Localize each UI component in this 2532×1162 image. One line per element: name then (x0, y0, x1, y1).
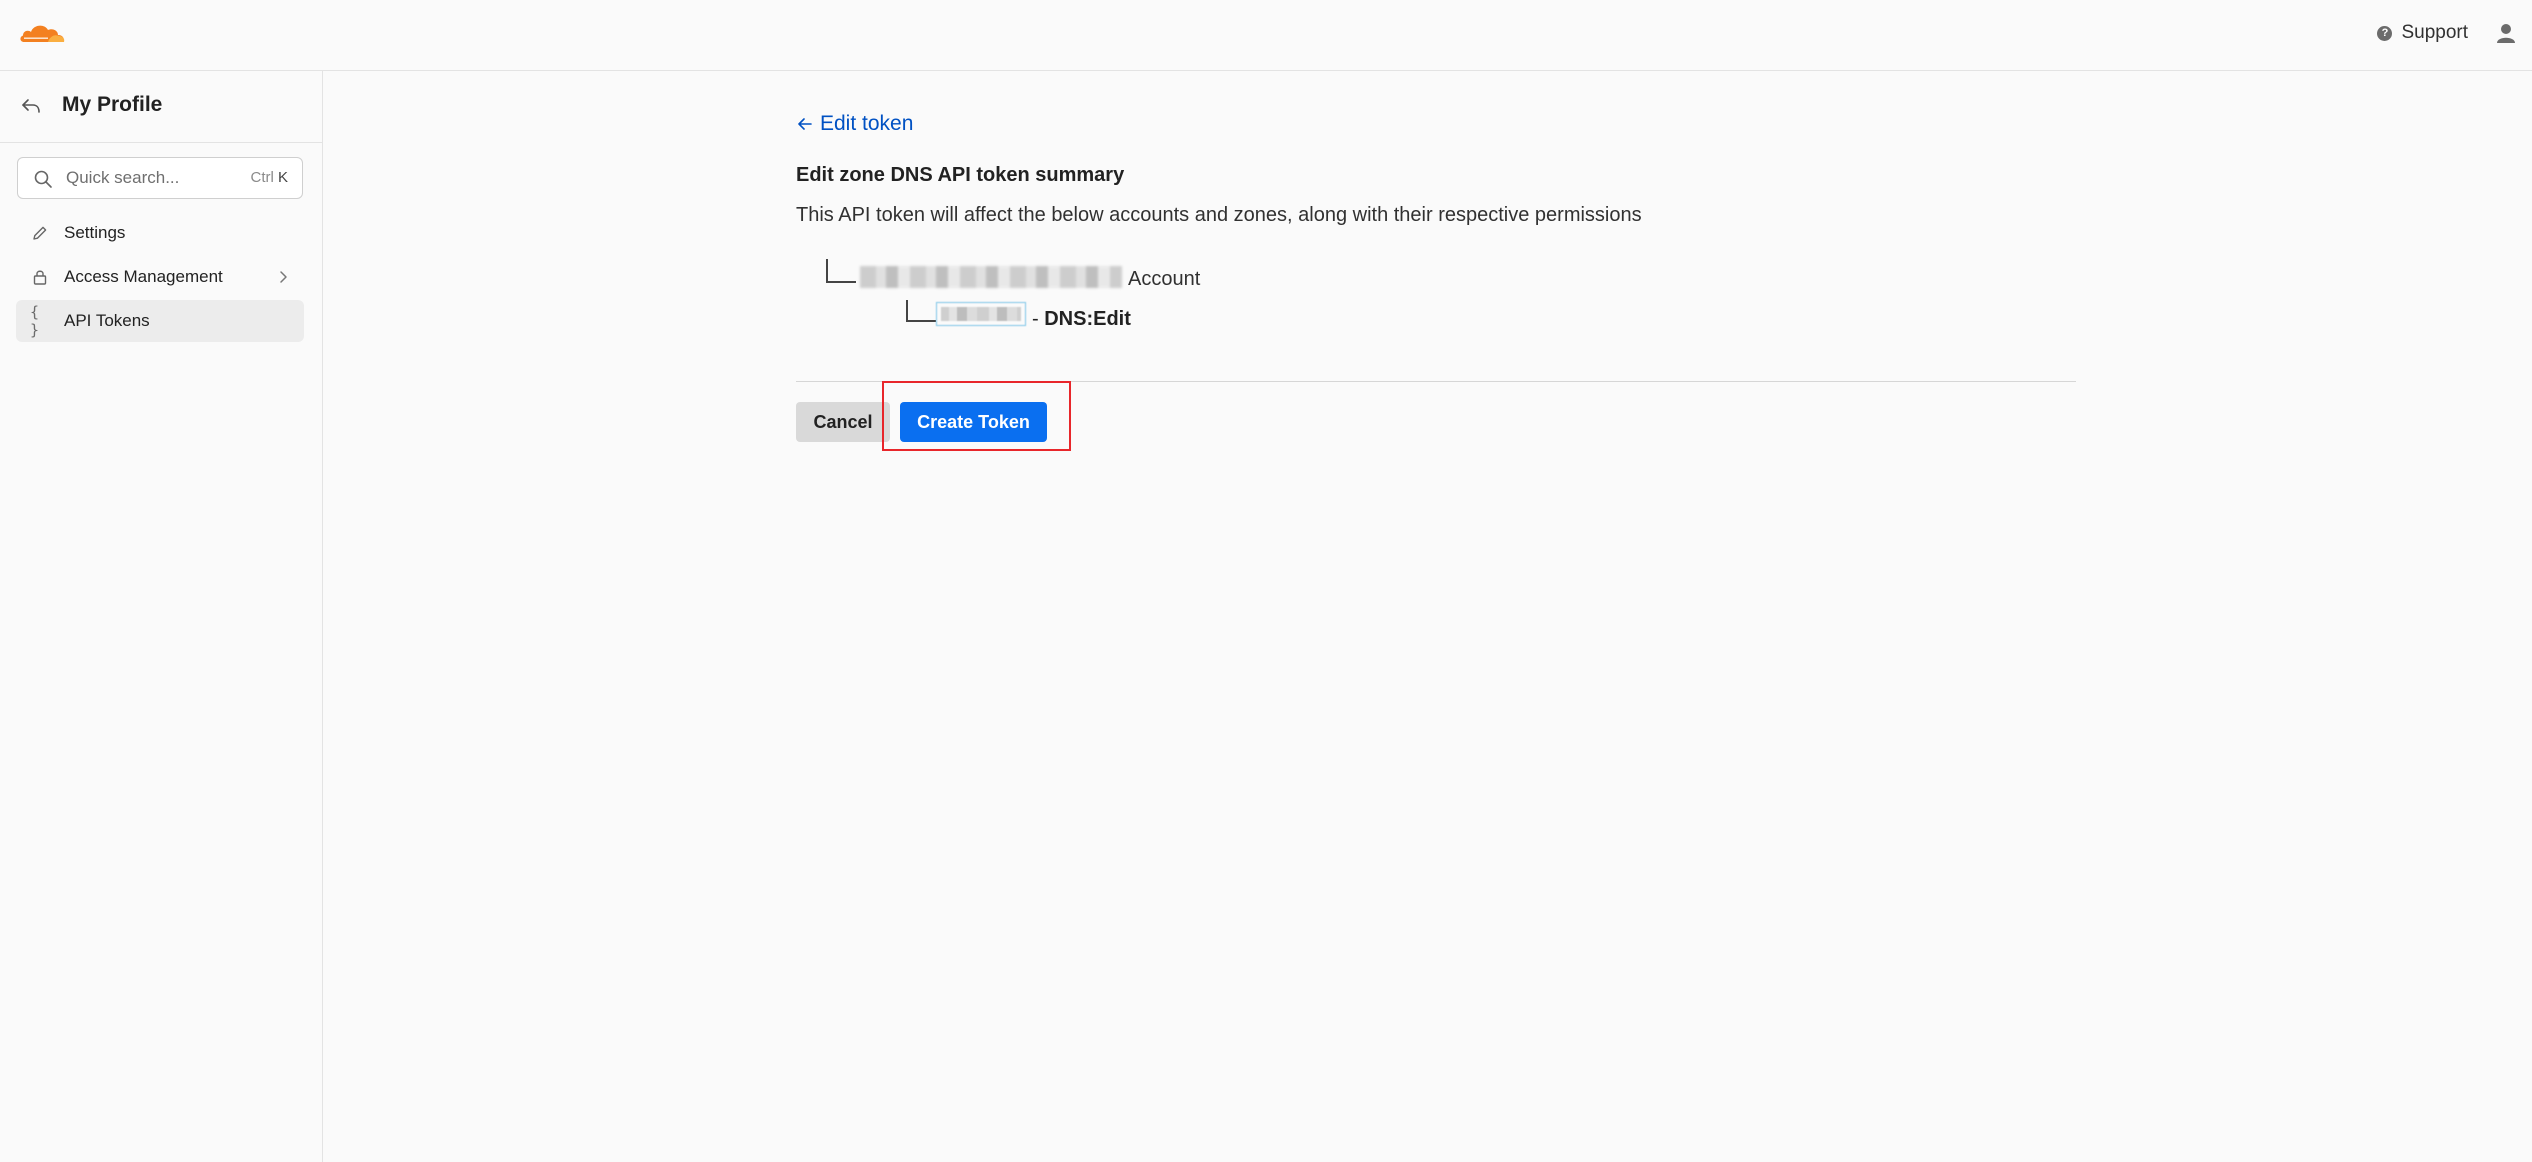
cloudflare-logo-icon[interactable] (18, 20, 66, 44)
sidebar: My Profile Ctrl K Settings Access Manage… (0, 71, 323, 1162)
lock-icon (30, 267, 50, 287)
support-label: Support (2401, 22, 2468, 43)
profile-title: My Profile (62, 93, 163, 116)
edit-token-back-link[interactable]: Edit token (796, 112, 913, 136)
create-token-button[interactable]: Create Token (900, 402, 1047, 442)
profile-header: My Profile (0, 71, 322, 143)
shortcut-ctrl: Ctrl (250, 169, 274, 186)
cancel-button[interactable]: Cancel (796, 402, 890, 442)
summary-title: Edit zone DNS API token summary (796, 164, 1125, 186)
main-content: Edit token Edit zone DNS API token summa… (324, 72, 2532, 1162)
summary-description: This API token will affect the below acc… (796, 204, 1642, 226)
account-label: Account (1128, 268, 1201, 290)
divider (796, 381, 2076, 382)
search-shortcut: Ctrl K (250, 169, 288, 186)
back-arrow-icon[interactable] (20, 95, 42, 117)
back-link-label: Edit token (820, 112, 914, 135)
permission-label: - DNS:Edit (1032, 308, 1131, 331)
tree-connector (826, 259, 856, 283)
redacted-zone-name (936, 302, 1026, 326)
search-input[interactable] (66, 166, 216, 190)
permission-separator: - (1032, 308, 1045, 330)
tree-connector (906, 300, 936, 322)
search-icon (34, 170, 52, 188)
braces-icon: { } (30, 303, 40, 339)
pencil-icon (30, 223, 50, 243)
sidebar-item-label: API Tokens (64, 311, 150, 330)
chevron-right-icon (280, 271, 287, 283)
sidebar-item-label: Settings (64, 223, 126, 242)
help-circle-icon: ? (2377, 25, 2393, 41)
user-icon[interactable] (2496, 22, 2516, 44)
top-bar: ? Support (0, 0, 2532, 71)
shortcut-key: K (277, 169, 288, 186)
sidebar-item-settings[interactable]: Settings (16, 212, 304, 254)
sidebar-item-api-tokens[interactable]: { } API Tokens (16, 300, 304, 342)
sidebar-item-access-management[interactable]: Access Management (16, 256, 304, 298)
arrow-left-icon (798, 118, 812, 130)
quick-search[interactable]: Ctrl K (17, 157, 303, 199)
redacted-account-name (860, 266, 1122, 288)
sidebar-item-label: Access Management (64, 267, 223, 286)
support-link[interactable]: ? Support (2377, 20, 2468, 46)
permission-value: DNS:Edit (1044, 308, 1131, 330)
